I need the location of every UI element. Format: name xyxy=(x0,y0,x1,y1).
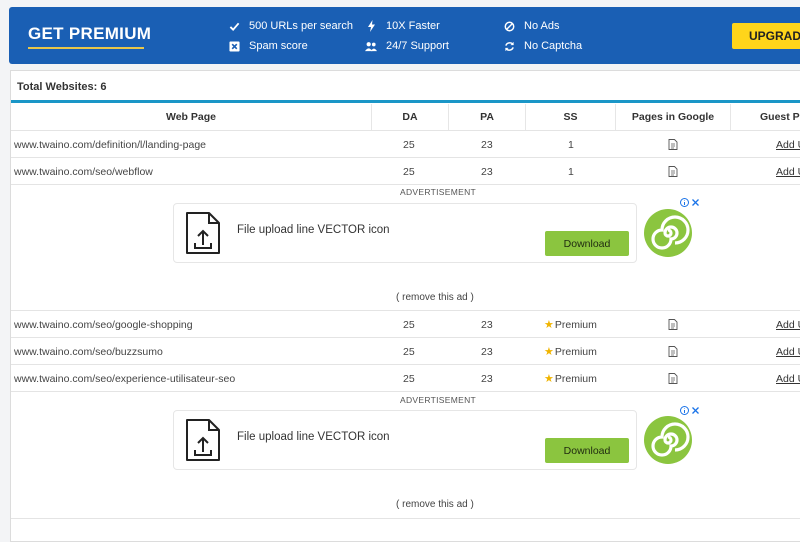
ad-download-button[interactable]: Download xyxy=(545,231,629,256)
feature-no-ads: No Ads xyxy=(503,20,559,32)
row-divider xyxy=(11,518,800,519)
ss-premium[interactable]: ★ Premium xyxy=(544,372,597,386)
document-icon[interactable] xyxy=(668,373,678,384)
row-divider xyxy=(11,130,800,131)
row-divider xyxy=(11,337,800,338)
file-upload-icon xyxy=(186,212,220,254)
feature-no-captcha: No Captcha xyxy=(503,40,582,52)
web-page-url[interactable]: www.twaino.com/seo/google-shopping xyxy=(14,319,193,331)
document-icon[interactable] xyxy=(668,346,678,357)
spiral-logo-icon xyxy=(644,416,692,464)
add-url-link[interactable]: Add U xyxy=(776,346,800,358)
document-icon[interactable] xyxy=(668,166,678,177)
feature-spam-score: Spam score xyxy=(228,40,308,52)
premium-banner: GET PREMIUM 500 URLs per search Spam sco… xyxy=(9,7,800,64)
column-header-ss[interactable]: SS xyxy=(526,104,616,130)
premium-label: Premium xyxy=(554,372,597,385)
column-header-pages-in-google[interactable]: Pages in Google xyxy=(616,104,731,130)
ad-choices-close[interactable] xyxy=(680,406,700,415)
refresh-icon xyxy=(503,40,515,52)
premium-label: Premium xyxy=(554,345,597,358)
da-value: 25 xyxy=(403,139,415,151)
column-header-web-page[interactable]: Web Page xyxy=(11,104,372,130)
feature-label: 24/7 Support xyxy=(386,40,449,52)
da-value: 25 xyxy=(403,373,415,385)
add-url-link[interactable]: Add U xyxy=(776,319,800,331)
results-panel: Total Websites: 6 Web Page DA PA SS Page… xyxy=(10,70,800,542)
ss-value: 1 xyxy=(568,166,574,178)
premium-label: Premium xyxy=(554,318,597,331)
feature-urls: 500 URLs per search xyxy=(228,20,353,32)
feature-faster: 10X Faster xyxy=(365,20,440,32)
ad-title[interactable]: File upload line VECTOR icon xyxy=(237,431,390,443)
web-page-url[interactable]: www.twaino.com/definition/l/landing-page xyxy=(14,139,206,151)
row-divider xyxy=(11,310,800,311)
web-page-url[interactable]: www.twaino.com/seo/experience-utilisateu… xyxy=(14,373,235,385)
upgrade-button[interactable]: UPGRADE xyxy=(732,23,800,49)
banner-title: GET PREMIUM xyxy=(28,24,152,43)
star-icon: ★ xyxy=(544,373,554,385)
da-value: 25 xyxy=(403,319,415,331)
column-header-da[interactable]: DA xyxy=(372,104,449,130)
check-icon xyxy=(228,20,240,32)
feature-label: No Captcha xyxy=(524,40,583,52)
pa-value: 23 xyxy=(481,139,493,151)
feature-label: 10X Faster xyxy=(386,20,440,32)
pa-value: 23 xyxy=(481,373,493,385)
advertisement-label: ADVERTISEMENT xyxy=(400,395,477,405)
row-divider xyxy=(11,364,800,365)
row-divider xyxy=(11,391,800,392)
advertisement-label: ADVERTISEMENT xyxy=(400,187,477,197)
ad-download-button[interactable]: Download xyxy=(545,438,629,463)
ad-banner[interactable]: File upload line VECTOR icon Download xyxy=(173,203,637,263)
da-value: 25 xyxy=(403,166,415,178)
ad-choices-close[interactable] xyxy=(680,198,700,207)
add-url-link[interactable]: Add U xyxy=(776,139,800,151)
add-url-link[interactable]: Add U xyxy=(776,166,800,178)
remove-ad-link[interactable]: ( remove this ad ) xyxy=(396,292,474,303)
web-page-url[interactable]: www.twaino.com/seo/webflow xyxy=(14,166,153,178)
ad-info-icon[interactable] xyxy=(680,198,689,207)
pa-value: 23 xyxy=(481,166,493,178)
star-icon: ★ xyxy=(544,346,554,358)
pa-value: 23 xyxy=(481,346,493,358)
ad-info-icon[interactable] xyxy=(680,406,689,415)
users-icon xyxy=(365,40,377,52)
spiral-logo-icon xyxy=(644,209,692,257)
close-icon[interactable] xyxy=(691,198,700,207)
x-box-icon xyxy=(228,40,240,52)
bolt-icon xyxy=(365,20,377,32)
file-upload-icon xyxy=(186,419,220,461)
star-icon: ★ xyxy=(544,319,554,331)
web-page-url[interactable]: www.twaino.com/seo/buzzsumo xyxy=(14,346,163,358)
ad-banner[interactable]: File upload line VECTOR icon Download xyxy=(173,410,637,470)
ban-icon xyxy=(503,20,515,32)
column-header-guest-post[interactable]: Guest Po xyxy=(731,104,800,130)
feature-label: No Ads xyxy=(524,20,560,32)
feature-label: 500 URLs per search xyxy=(249,20,353,32)
add-url-link[interactable]: Add U xyxy=(776,373,800,385)
column-header-pa[interactable]: PA xyxy=(449,104,526,130)
document-icon[interactable] xyxy=(668,139,678,150)
ss-value: 1 xyxy=(568,139,574,151)
ss-premium[interactable]: ★ Premium xyxy=(544,318,597,332)
da-value: 25 xyxy=(403,346,415,358)
row-divider xyxy=(11,157,800,158)
row-divider xyxy=(11,184,800,185)
pa-value: 23 xyxy=(481,319,493,331)
ad-title[interactable]: File upload line VECTOR icon xyxy=(237,224,390,236)
banner-underline xyxy=(28,47,144,49)
total-websites: Total Websites: 6 xyxy=(17,81,107,93)
close-icon[interactable] xyxy=(691,406,700,415)
feature-label: Spam score xyxy=(249,40,308,52)
header-accent-bar xyxy=(11,100,800,103)
feature-support: 24/7 Support xyxy=(365,40,449,52)
ss-premium[interactable]: ★ Premium xyxy=(544,345,597,359)
document-icon[interactable] xyxy=(668,319,678,330)
remove-ad-link[interactable]: ( remove this ad ) xyxy=(396,499,474,510)
